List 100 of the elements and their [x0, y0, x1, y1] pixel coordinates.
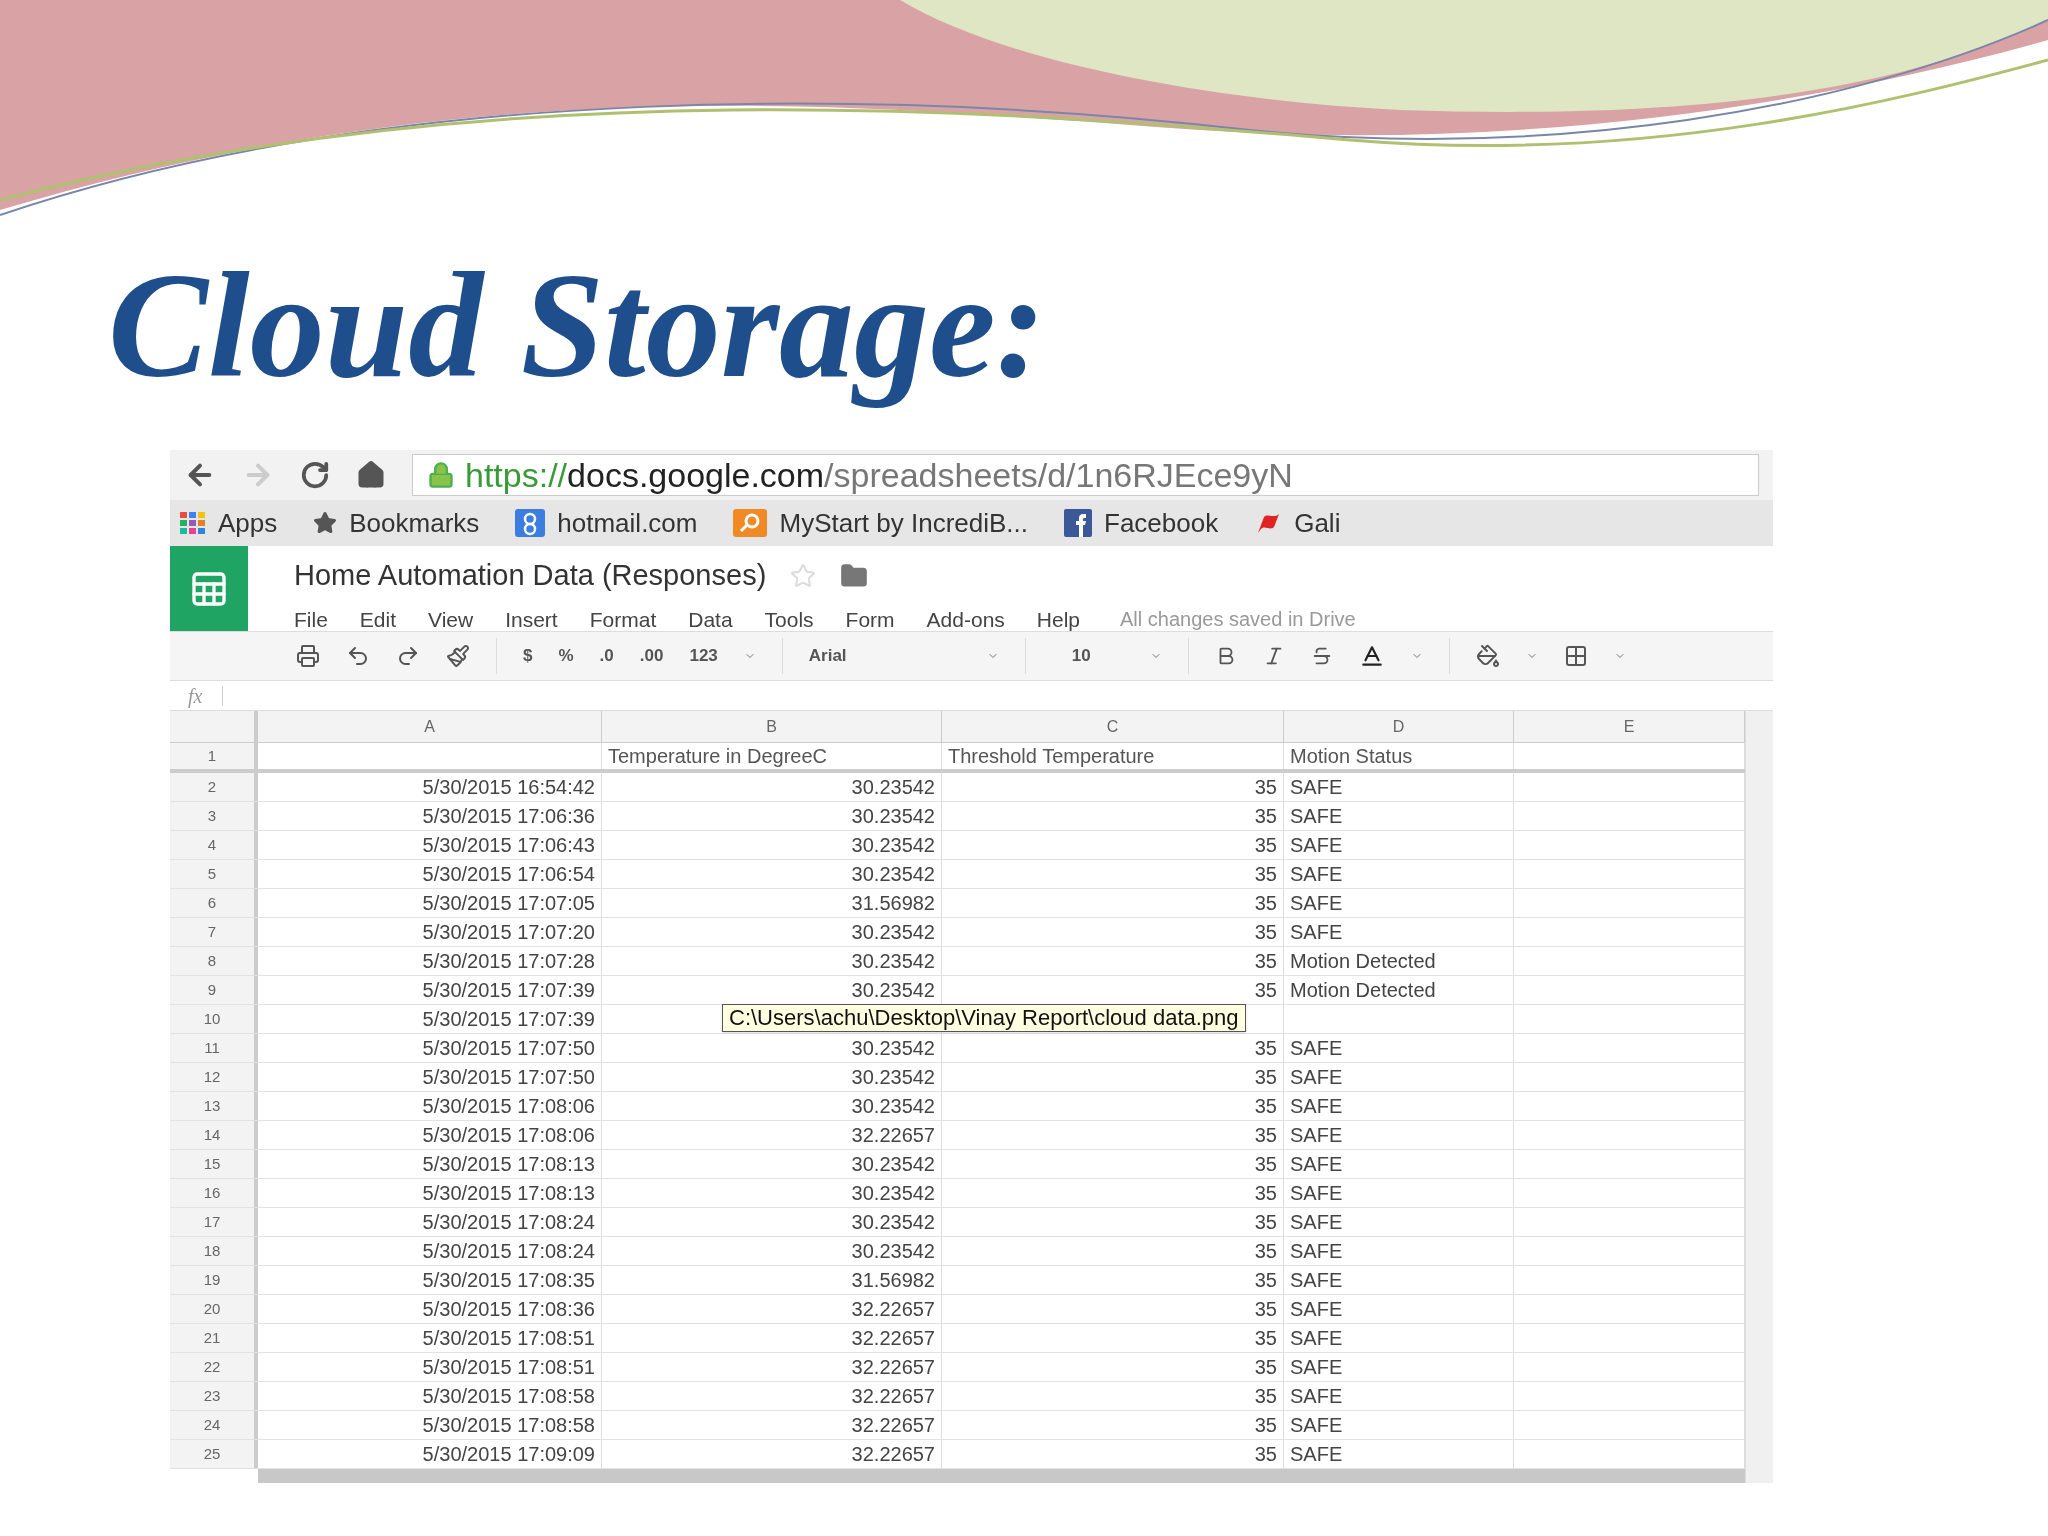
print-icon[interactable] [296, 644, 320, 668]
menu-item[interactable]: View [428, 603, 474, 635]
vertical-scrollbar[interactable] [1745, 711, 1773, 1483]
horizontal-scrollbar[interactable] [258, 1469, 1745, 1483]
row-number[interactable]: 2 [170, 773, 258, 801]
star-icon [313, 511, 338, 535]
menu-item[interactable]: Format [589, 603, 657, 635]
number-format-button[interactable]: .00 [639, 643, 664, 669]
table-cell: 32.22657 [602, 1382, 942, 1410]
menu-item[interactable]: File [294, 603, 328, 635]
bookmark-link[interactable]: Gali [1294, 503, 1341, 543]
table-cell: 35 [942, 1063, 1284, 1091]
facebook-icon [1064, 509, 1092, 537]
row-number[interactable]: 25 [170, 1440, 258, 1468]
table-cell: SAFE [1284, 1237, 1514, 1265]
table-cell: 35 [942, 1034, 1284, 1062]
row-number[interactable]: 18 [170, 1237, 258, 1265]
table-cell: 35 [942, 1208, 1284, 1236]
fill-color-icon[interactable] [1475, 644, 1500, 668]
magnifier-badge-icon [733, 509, 768, 537]
number-format-button[interactable]: $ [523, 643, 533, 669]
row-number[interactable]: 15 [170, 1150, 258, 1178]
table-cell: 5/30/2015 17:08:35 [258, 1266, 602, 1294]
column-header[interactable]: B [602, 711, 942, 742]
font-size-dropdown[interactable]: 10 [1051, 643, 1162, 669]
table-cell: 5/30/2015 17:08:06 [258, 1121, 602, 1149]
row-number[interactable]: 16 [170, 1179, 258, 1207]
row-number[interactable]: 19 [170, 1266, 258, 1294]
column-header[interactable]: C [942, 711, 1284, 742]
bookmark-link[interactable]: Apps [218, 503, 278, 543]
bookmark-link[interactable]: Facebook [1104, 503, 1219, 543]
sheets-logo[interactable] [170, 546, 248, 631]
table-cell: 5/30/2015 17:07:50 [258, 1063, 602, 1091]
menu-item[interactable]: Tools [764, 603, 814, 635]
column-header[interactable]: D [1284, 711, 1514, 742]
document-title[interactable]: Home Automation Data (Responses) [294, 554, 767, 598]
undo-icon[interactable] [346, 644, 370, 668]
url-host: docs.google.com [567, 455, 825, 495]
row-number[interactable]: 13 [170, 1092, 258, 1120]
menu-item[interactable]: Help [1036, 603, 1081, 635]
folder-icon[interactable] [840, 561, 869, 590]
table-cell: 30.23542 [602, 802, 942, 830]
row-number[interactable]: 17 [170, 1208, 258, 1236]
table-cell: Motion Status [1284, 743, 1514, 769]
table-cell: SAFE [1284, 1266, 1514, 1294]
bookmark-link[interactable]: MyStart by IncrediB... [779, 503, 1028, 543]
address-bar[interactable]: https://docs.google.com/spreadsheets/d/1n6RJEce9yN [412, 454, 1759, 496]
table-cell: Threshold Temperature [942, 743, 1284, 769]
number-format-button[interactable]: % [558, 643, 574, 669]
menu-item[interactable]: Data [688, 603, 733, 635]
bookmark-link[interactable]: hotmail.com [557, 503, 698, 543]
url-path: /spreadsheets/d/1n6RJEce9yN [824, 455, 1293, 495]
borders-icon[interactable] [1563, 644, 1588, 668]
table-cell: SAFE [1284, 1440, 1514, 1468]
number-format-button[interactable]: 123 [689, 643, 718, 669]
menu-item[interactable]: Edit [359, 603, 397, 635]
table-cell: 35 [942, 1266, 1284, 1294]
menu-item[interactable]: Form [845, 603, 895, 635]
row-number[interactable]: 20 [170, 1295, 258, 1323]
row-number[interactable]: 7 [170, 918, 258, 946]
row-number[interactable]: 3 [170, 802, 258, 830]
apps-grid-icon [180, 512, 206, 534]
table-cell: 35 [942, 889, 1284, 917]
table-cell: 35 [942, 1179, 1284, 1207]
row-number[interactable]: 4 [170, 831, 258, 859]
table-cell: SAFE [1284, 918, 1514, 946]
row-number[interactable]: 1 [170, 743, 258, 769]
home-icon[interactable] [356, 460, 386, 490]
row-number[interactable]: 12 [170, 1063, 258, 1091]
menu-item[interactable]: Insert [505, 603, 558, 635]
table-cell: 30.23542 [602, 773, 942, 801]
table-cell: 5/30/2015 17:08:24 [258, 1237, 602, 1265]
font-dropdown[interactable]: Arial [808, 643, 999, 669]
row-number[interactable]: 22 [170, 1353, 258, 1381]
redo-icon[interactable] [396, 644, 420, 668]
table-cell: 30.23542 [602, 1179, 942, 1207]
table-cell: 30.23542 [602, 1150, 942, 1178]
row-number[interactable]: 10 [170, 1005, 258, 1033]
number-format-button[interactable]: .0 [599, 643, 614, 669]
column-header[interactable]: A [258, 711, 602, 742]
row-number[interactable]: 24 [170, 1411, 258, 1439]
table-cell: 5/30/2015 17:06:36 [258, 802, 602, 830]
row-number[interactable]: 23 [170, 1382, 258, 1410]
row-number[interactable]: 11 [170, 1034, 258, 1062]
row-number[interactable]: 5 [170, 860, 258, 888]
paint-format-icon[interactable] [446, 644, 470, 668]
table-cell: 35 [942, 1092, 1284, 1120]
row-number[interactable]: 6 [170, 889, 258, 917]
table-cell: SAFE [1284, 889, 1514, 917]
row-number[interactable]: 8 [170, 947, 258, 975]
row-number[interactable]: 14 [170, 1121, 258, 1149]
bookmark-link[interactable]: Bookmarks [349, 503, 480, 543]
table-cell: 30.23542 [602, 918, 942, 946]
star-icon[interactable] [790, 562, 817, 589]
table-cell: SAFE [1284, 831, 1514, 859]
reload-icon[interactable] [300, 460, 330, 490]
row-number[interactable]: 21 [170, 1324, 258, 1352]
row-number[interactable]: 9 [170, 976, 258, 1004]
table-cell: 35 [942, 831, 1284, 859]
menu-item[interactable]: Add-ons [926, 603, 1005, 635]
